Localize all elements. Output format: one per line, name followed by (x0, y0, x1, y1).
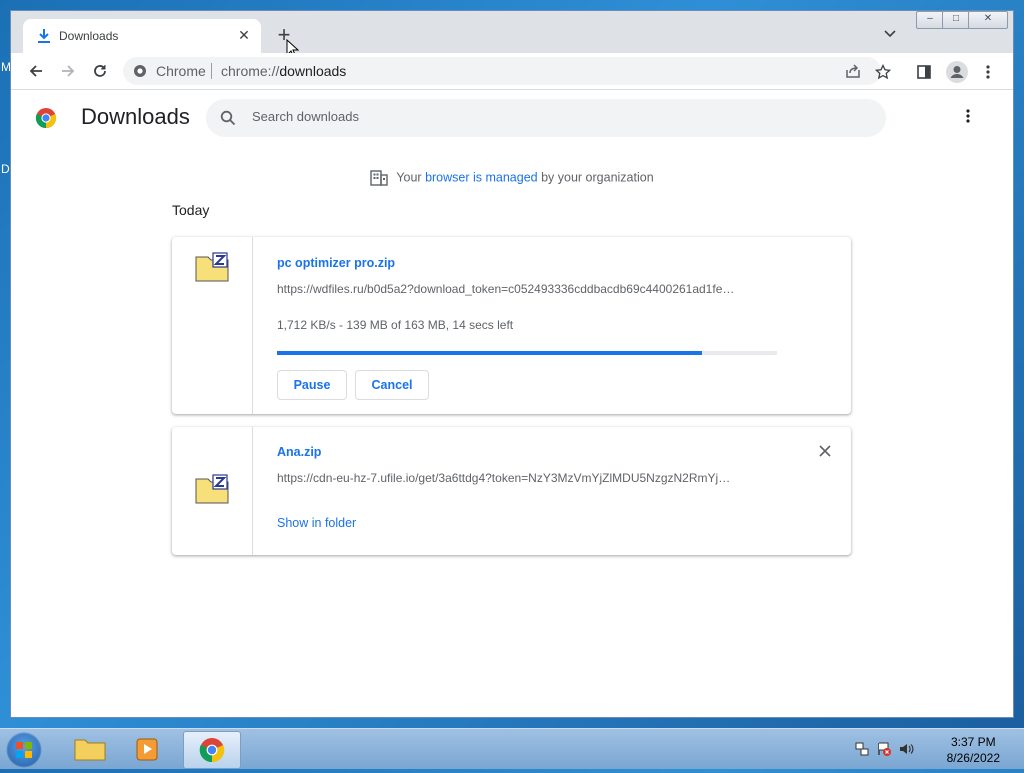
chevron-down-icon (884, 30, 896, 38)
divider (211, 63, 212, 79)
file-url: https://wdfiles.ru/b0d5a2?download_token… (277, 282, 735, 296)
managed-text: by your organization (537, 170, 654, 185)
browser-window: Downloads ✕ + – □ ✕ Chrome chrome://down… (11, 11, 1013, 717)
file-url: https://cdn-eu-hz-7.ufile.io/get/3a6ttdg… (277, 471, 731, 485)
managed-text: Your (396, 170, 426, 185)
minimize-button[interactable]: – (916, 11, 944, 29)
media-player-icon (136, 738, 158, 761)
chrome-icon (134, 65, 146, 77)
tab-search-button[interactable] (884, 27, 896, 41)
system-tray: 3:37 PM 8/26/2022 (854, 729, 1024, 769)
action-center-icon[interactable] (876, 741, 892, 757)
chrome-logo-icon (35, 108, 57, 129)
building-icon (370, 170, 389, 186)
clock-time: 3:37 PM (950, 735, 996, 749)
zip-file-icon (195, 252, 229, 282)
file-name[interactable]: Ana.zip (277, 445, 321, 459)
clock-date: 8/26/2022 (946, 751, 1000, 765)
progress-fill (277, 351, 702, 355)
file-icon-column (172, 427, 253, 555)
volume-icon[interactable] (898, 741, 914, 757)
more-vert-icon[interactable] (986, 64, 990, 80)
bookmark-star-icon[interactable] (875, 64, 891, 80)
tab-strip: Downloads ✕ + – □ ✕ (11, 11, 1013, 59)
downloads-page: Downloads Your browser is managed by you… (11, 90, 1013, 717)
close-icon[interactable] (817, 443, 833, 459)
taskbar-explorer[interactable] (62, 731, 118, 767)
arrow-left-icon (29, 65, 42, 77)
desktop-label-fragment: D (1, 162, 10, 176)
taskbar-chrome[interactable] (183, 731, 241, 769)
taskbar-media-player[interactable] (120, 731, 176, 767)
progress-bar (277, 351, 777, 355)
profile-avatar[interactable] (946, 61, 968, 83)
search-icon (220, 110, 236, 126)
pause-button[interactable]: Pause (277, 370, 347, 400)
download-status: 1,712 KB/s - 139 MB of 163 MB, 14 secs l… (277, 318, 514, 332)
reload-button[interactable] (87, 58, 113, 84)
taskbar-clock[interactable]: 3:37 PM 8/26/2022 (947, 734, 1000, 766)
taskbar: 3:37 PM 8/26/2022 (0, 728, 1024, 769)
show-in-folder-link[interactable]: Show in folder (277, 516, 356, 530)
search-bar[interactable] (206, 99, 886, 137)
search-input[interactable] (250, 108, 854, 125)
tab-downloads[interactable]: Downloads ✕ (23, 19, 261, 53)
close-window-button[interactable]: ✕ (968, 11, 1008, 29)
file-name[interactable]: pc optimizer pro.zip (277, 256, 395, 270)
url-text[interactable]: chrome://downloads (221, 63, 346, 79)
url-scheme: chrome:// (221, 63, 280, 79)
windows-logo-icon (16, 742, 32, 758)
back-button[interactable] (23, 58, 49, 84)
address-bar[interactable]: Chrome chrome://downloads (123, 57, 881, 85)
download-item: Ana.zip https://cdn-eu-hz-7.ufile.io/get… (172, 427, 851, 555)
start-button[interactable] (6, 732, 42, 768)
managed-link[interactable]: browser is managed (425, 170, 538, 184)
site-chip: Chrome (156, 63, 206, 79)
tab-title: Downloads (59, 29, 119, 43)
page-title: Downloads (81, 104, 190, 129)
download-item: pc optimizer pro.zip https://wdfiles.ru/… (172, 237, 851, 414)
download-icon (38, 29, 50, 43)
maximize-button[interactable]: □ (942, 11, 970, 29)
zip-file-icon (195, 474, 229, 504)
forward-button[interactable] (55, 58, 81, 84)
managed-notice: Your browser is managed by your organiza… (11, 170, 1013, 186)
toolbar: Chrome chrome://downloads (11, 53, 1013, 90)
arrow-right-icon (62, 65, 75, 77)
tab-close-icon[interactable]: ✕ (235, 26, 253, 44)
side-panel-icon[interactable] (916, 64, 932, 80)
cancel-button[interactable]: Cancel (355, 370, 429, 400)
person-icon (950, 66, 964, 78)
desktop-label-fragment: M (1, 60, 11, 74)
reload-icon (94, 65, 106, 77)
date-section-header: Today (172, 202, 210, 218)
url-host: downloads (279, 63, 347, 79)
more-vert-icon[interactable] (966, 108, 970, 124)
network-icon[interactable] (854, 741, 870, 757)
chrome-icon (199, 738, 225, 763)
share-icon[interactable] (845, 63, 861, 79)
file-icon-column (172, 237, 253, 414)
folder-icon (74, 739, 106, 761)
